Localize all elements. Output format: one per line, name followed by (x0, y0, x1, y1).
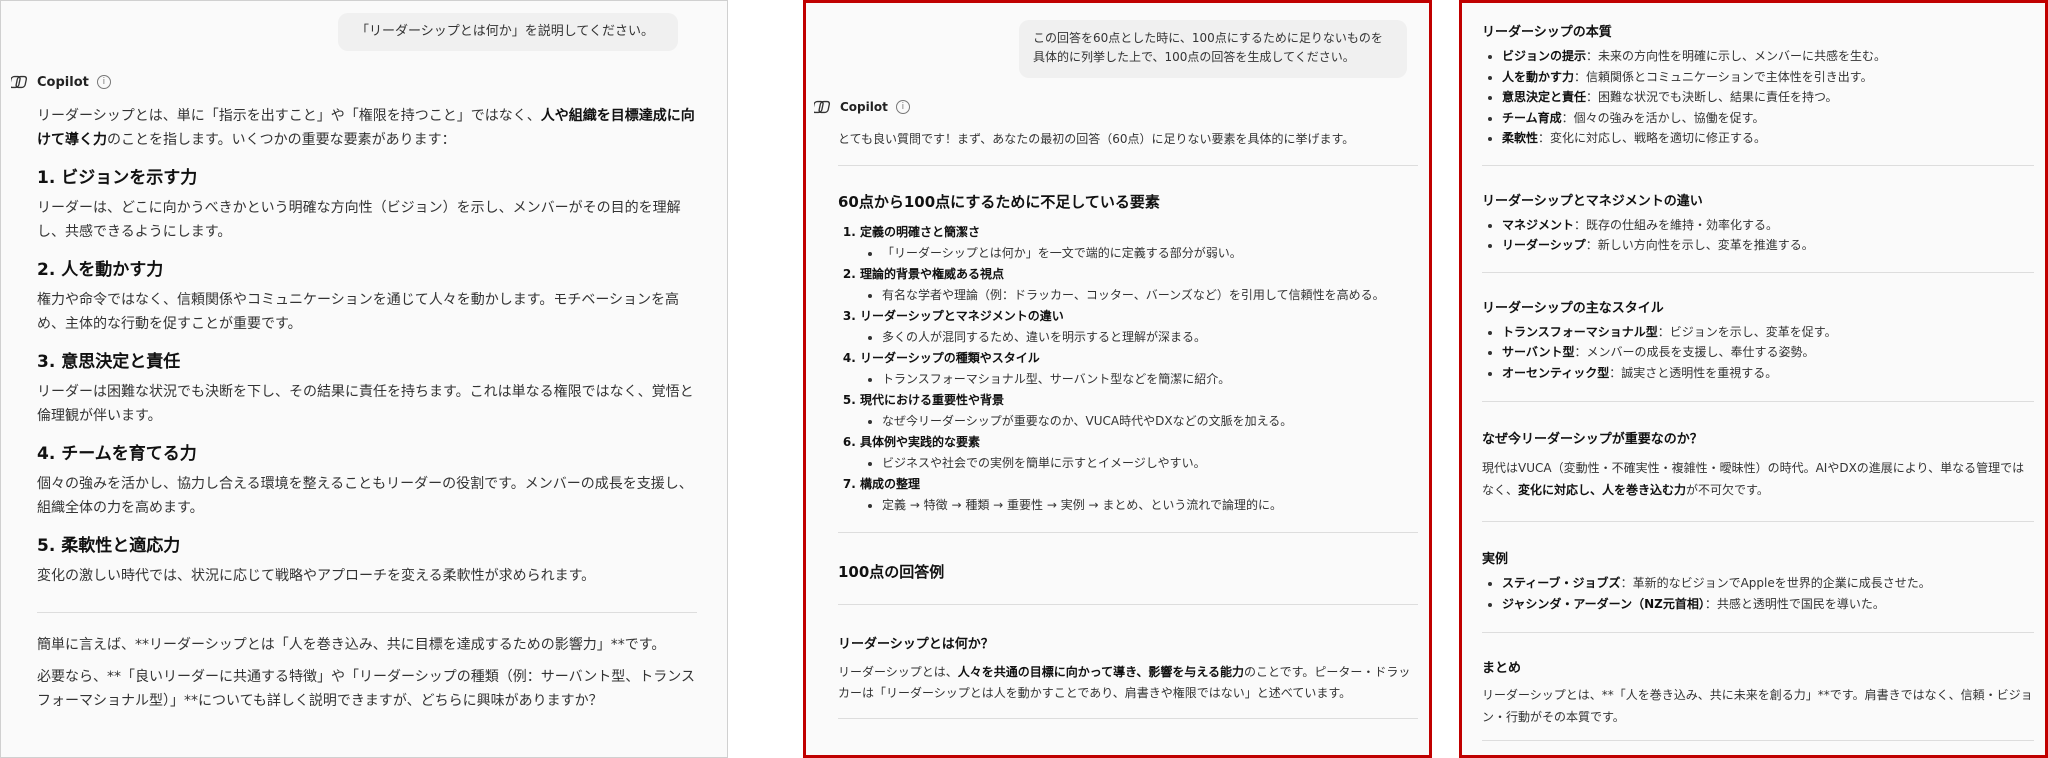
list-item: スティーブ・ジョブズ：革新的なビジョンでAppleを世界的企業に成長させた。 (1502, 573, 2034, 594)
copilot-name: Copilot (37, 74, 89, 90)
section-heading: 5. 柔軟性と適応力 (37, 536, 181, 556)
list-item: 人を動かす力：信頼関係とコミュニケーションで主体性を引き出す。 (1502, 67, 2034, 88)
essence-heading: リーダーシップの本質 (1482, 25, 1612, 40)
conclusion-body: リーダーシップとは、**「人を巻き込み、共に未来を創る力」**です。肩書きではな… (1482, 688, 2033, 724)
user-message-bubble: この回答を60点とした時に、100点にするために足りないものを具体的に列挙した上… (1019, 20, 1407, 78)
list-item: 具体例や実践的な要素ビジネスや社会での実例を簡単に示すとイメージしやすい。 (860, 432, 1418, 474)
divider (1482, 740, 2034, 741)
essence-list: ビジョンの提示：未来の方向性を明確に示し、メンバーに共感を生む。 人を動かす力：… (1482, 46, 2034, 149)
section-body: 変化の激しい時代では、状況に応じて戦略やアプローチを変える柔軟性が求められます。 (37, 568, 596, 584)
response-intro: とても良い質問です！まず、あなたの最初の回答（60点）に足りない要素を具体的に挙… (838, 132, 1355, 146)
section-body: リーダーは困難な状況でも決断を下し、その結果に責任を持ちます。これは単なる権限で… (37, 384, 694, 424)
user-message-text: この回答を60点とした時に、100点にするために足りないものを具体的に列挙した上… (1033, 31, 1383, 64)
list-item: オーセンティック型：誠実さと透明性を重視する。 (1502, 363, 2034, 384)
list-item: 柔軟性：変化に対応し、戦略を適切に修正する。 (1502, 128, 2034, 149)
copilot-header: Copilot i (814, 98, 910, 116)
why-now-heading: なぜ今リーダーシップが重要なのか？ (1482, 432, 1703, 447)
list-item: 意思決定と責任：困難な状況でも決断し、結果に責任を持つ。 (1502, 87, 2034, 108)
conclusion-heading: まとめ (1482, 661, 1522, 676)
info-icon[interactable]: i (895, 100, 910, 114)
answer-heading: 100点の回答例 (838, 563, 945, 581)
list-item: マネジメント：既存の仕組みを維持・効率化する。 (1502, 215, 2034, 236)
user-message-bubble: 「リーダーシップとは何か」を説明してください。 (338, 13, 678, 51)
section-heading: 3. 意思決定と責任 (37, 352, 181, 372)
section-body: リーダーは、どこに向かうべきかという明確な方向性（ビジョン）を示し、メンバーがそ… (37, 200, 681, 240)
copilot-logo-icon (814, 100, 831, 114)
chat-panel-ideal-answer: リーダーシップの本質 ビジョンの提示：未来の方向性を明確に示し、メンバーに共感を… (1459, 0, 2048, 758)
divider (1482, 164, 2034, 166)
divider (1482, 521, 2034, 522)
section-heading: 2. 人を動かす力 (37, 260, 164, 280)
user-message-text: 「リーダーシップとは何か」を説明してください。 (356, 24, 654, 39)
divider (1482, 271, 2034, 273)
examples-list: スティーブ・ジョブズ：革新的なビジョンでAppleを世界的企業に成長させた。 ジ… (1482, 573, 2034, 614)
divider (37, 612, 697, 613)
list-item: ビジョンの提示：未来の方向性を明確に示し、メンバーに共感を生む。 (1502, 46, 2034, 67)
response-followup: 必要なら、**「良いリーダーに共通する特徴」や「リーダーシップの種類（例：サーバ… (37, 669, 695, 709)
vs-management-heading: リーダーシップとマネジメントの違い (1482, 193, 1703, 209)
why-now-body: 現代はVUCA（変動性・不確実性・複雑性・曖昧性）の時代。AIやDXの進展により… (1482, 461, 2025, 497)
copilot-header: Copilot i (11, 73, 111, 91)
section-body: 権力や命令ではなく、信頼関係やコミュニケーションを通じて人々を動かします。モチベ… (37, 292, 680, 332)
copilot-response: リーダーシップとは、単に「指示を出すこと」や「権限を持つこと」ではなく、人や組織… (37, 104, 697, 721)
list-item: 構成の整理定義 → 特徴 → 種類 → 重要性 → 実例 → まとめ、という流れ… (860, 474, 1418, 516)
styles-heading: リーダーシップの主なスタイル (1482, 300, 1664, 316)
list-item: ジャシンダ・アーダーン（NZ元首相）：共感と透明性で国民を導いた。 (1502, 594, 2034, 615)
divider (838, 718, 1418, 719)
what-body: リーダーシップとは、人々を共通の目標に向かって導き、影響を与える能力のことです。… (838, 665, 1411, 700)
section-heading: 1. ビジョンを示す力 (37, 168, 198, 188)
gap-list: 定義の明確さと簡潔さ「リーダーシップとは何か」を一文で端的に定義する部分が弱い。… (838, 222, 1418, 516)
response-summary: 簡単に言えば、**リーダーシップとは「人を巻き込み、共に目標を達成するための影響… (37, 637, 666, 653)
section-heading: 4. チームを育てる力 (37, 444, 197, 464)
copilot-response-continued: リーダーシップの本質 ビジョンの提示：未来の方向性を明確に示し、メンバーに共感を… (1482, 21, 2034, 741)
examples-heading: 実例 (1482, 552, 1509, 567)
chat-panel-initial: 「リーダーシップとは何か」を説明してください。 Copilot i リーダーシッ… (0, 0, 728, 758)
what-heading: リーダーシップとは何か？ (838, 637, 994, 652)
list-item: リーダーシップ：新しい方向性を示し、変革を推進する。 (1502, 235, 2034, 256)
divider (838, 604, 1418, 605)
response-intro: リーダーシップとは、単に「指示を出すこと」や「権限を持つこと」ではなく、人や組織… (37, 108, 695, 148)
list-item: 現代における重要性や背景なぜ今リーダーシップが重要なのか、VUCA時代やDXなど… (860, 390, 1418, 432)
copilot-logo-icon (11, 75, 28, 89)
vs-management-list: マネジメント：既存の仕組みを維持・効率化する。 リーダーシップ：新しい方向性を示… (1482, 215, 2034, 256)
list-item: チーム育成：個々の強みを活かし、協働を促す。 (1502, 108, 2034, 129)
info-icon[interactable]: i (96, 75, 111, 89)
gap-heading: 60点から100点にするために不足している要素 (838, 193, 1160, 211)
divider (838, 165, 1418, 166)
divider (1482, 401, 2034, 402)
copilot-name: Copilot (840, 100, 888, 114)
list-item: リーダーシップの種類やスタイルトランスフォーマショナル型、サーバント型などを簡潔… (860, 348, 1418, 390)
chat-panel-critique: この回答を60点とした時に、100点にするために足りないものを具体的に列挙した上… (803, 0, 1432, 758)
divider (838, 532, 1418, 533)
divider (1482, 632, 2034, 633)
copilot-response: とても良い質問です！まず、あなたの最初の回答（60点）に足りない要素を具体的に挙… (838, 129, 1418, 719)
styles-list: トランスフォーマショナル型：ビジョンを示し、変革を促す。 サーバント型：メンバー… (1482, 322, 2034, 384)
list-item: 定義の明確さと簡潔さ「リーダーシップとは何か」を一文で端的に定義する部分が弱い。 (860, 222, 1418, 264)
list-item: トランスフォーマショナル型：ビジョンを示し、変革を促す。 (1502, 322, 2034, 343)
section-body: 個々の強みを活かし、協力し合える環境を整えることもリーダーの役割です。メンバーの… (37, 476, 693, 516)
list-item: サーバント型：メンバーの成長を支援し、奉仕する姿勢。 (1502, 342, 2034, 363)
list-item: リーダーシップとマネジメントの違い多くの人が混同するため、違いを明示すると理解が… (860, 306, 1418, 348)
list-item: 理論的背景や権威ある視点有名な学者や理論（例：ドラッカー、コッター、バーンズなど… (860, 264, 1418, 306)
